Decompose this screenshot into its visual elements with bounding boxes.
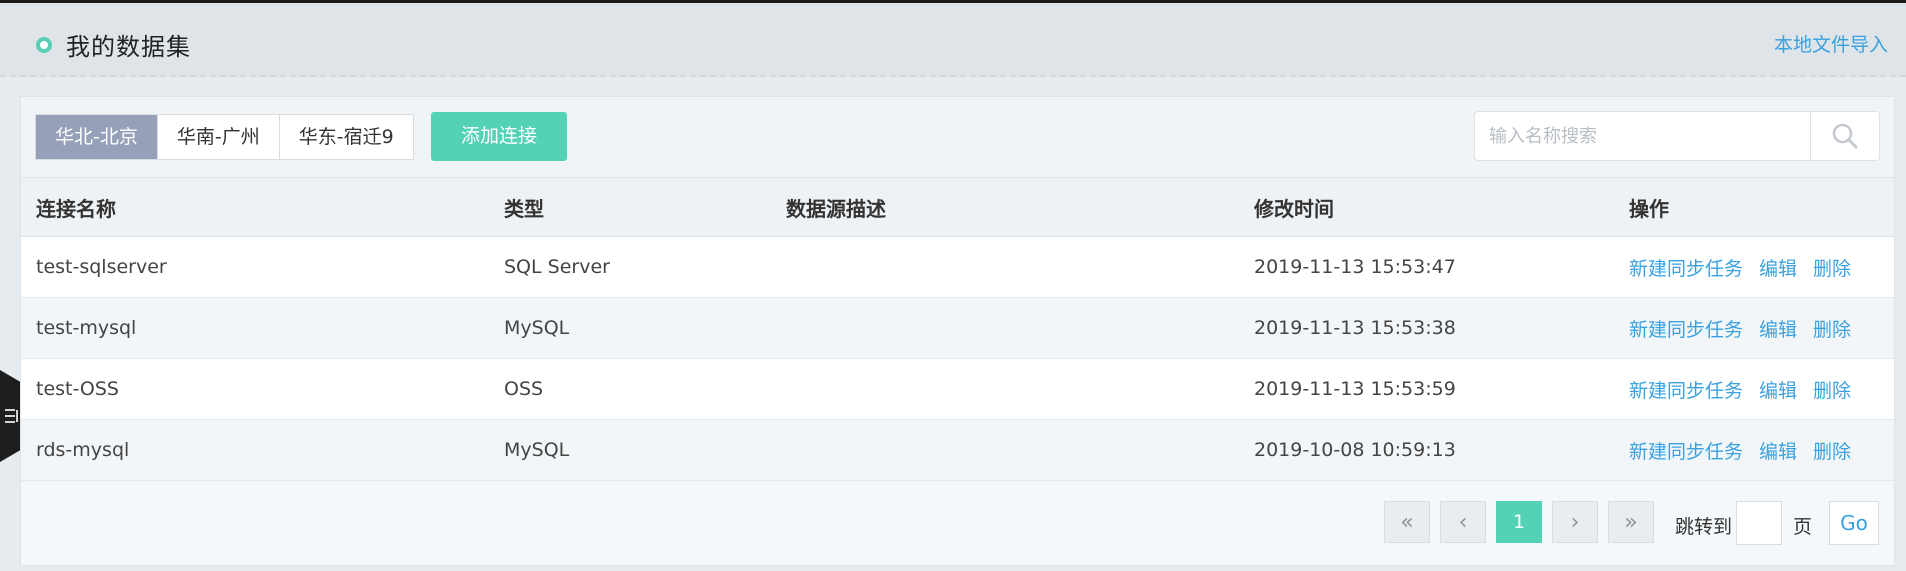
column-header-type: 类型 bbox=[504, 196, 544, 221]
table-row: test-OSS OSS 2019-11-13 15:53:59 新建同步任务 … bbox=[21, 359, 1894, 420]
region-tab-suqian[interactable]: 华东-宿迁9 bbox=[280, 115, 413, 159]
column-header-actions: 操作 bbox=[1629, 196, 1669, 221]
edit-link[interactable]: 编辑 bbox=[1759, 315, 1797, 342]
cell-name: test-mysql bbox=[36, 317, 137, 339]
cell-actions: 新建同步任务 编辑 删除 bbox=[1629, 420, 1851, 480]
new-sync-task-link[interactable]: 新建同步任务 bbox=[1629, 254, 1743, 281]
edit-link[interactable]: 编辑 bbox=[1759, 254, 1797, 281]
prev-page-button[interactable]: ‹ bbox=[1440, 501, 1486, 543]
page-title: 我的数据集 bbox=[66, 33, 191, 61]
search-icon bbox=[1832, 123, 1858, 149]
column-header-modified: 修改时间 bbox=[1254, 196, 1334, 221]
column-header-name: 连接名称 bbox=[36, 196, 116, 221]
add-connection-button[interactable]: 添加连接 bbox=[431, 112, 567, 161]
region-tabs: 华北-北京 华南-广州 华东-宿迁9 bbox=[35, 114, 414, 160]
table-row: test-mysql MySQL 2019-11-13 15:53:38 新建同… bbox=[21, 298, 1894, 359]
delete-link[interactable]: 删除 bbox=[1813, 376, 1851, 403]
delete-link[interactable]: 删除 bbox=[1813, 315, 1851, 342]
cell-type: OSS bbox=[504, 378, 544, 400]
cell-type: SQL Server bbox=[504, 256, 610, 278]
jump-page-input[interactable] bbox=[1736, 501, 1782, 545]
cell-modified: 2019-11-13 15:53:47 bbox=[1254, 256, 1456, 278]
table-row: rds-mysql MySQL 2019-10-08 10:59:13 新建同步… bbox=[21, 420, 1894, 481]
edit-link[interactable]: 编辑 bbox=[1759, 376, 1797, 403]
cell-actions: 新建同步任务 编辑 删除 bbox=[1629, 237, 1851, 297]
cell-name: rds-mysql bbox=[36, 439, 130, 461]
region-tab-beijing[interactable]: 华北-北京 bbox=[36, 115, 158, 159]
search-box bbox=[1474, 111, 1880, 161]
cell-modified: 2019-10-08 10:59:13 bbox=[1254, 439, 1456, 461]
new-sync-task-link[interactable]: 新建同步任务 bbox=[1629, 376, 1743, 403]
new-sync-task-link[interactable]: 新建同步任务 bbox=[1629, 315, 1743, 342]
dataset-panel: 华北-北京 华南-广州 华东-宿迁9 添加连接 连接名称 类型 数据源描述 修改… bbox=[20, 96, 1895, 566]
cell-modified: 2019-11-13 15:53:59 bbox=[1254, 378, 1456, 400]
first-page-button[interactable]: « bbox=[1384, 501, 1430, 543]
title-wrap: 我的数据集 bbox=[36, 27, 191, 62]
column-header-description: 数据源描述 bbox=[786, 196, 886, 221]
local-file-import-link[interactable]: 本地文件导入 bbox=[1774, 30, 1888, 57]
toolbar: 华北-北京 华南-广州 华东-宿迁9 添加连接 bbox=[21, 97, 1894, 177]
page-button-current[interactable]: 1 bbox=[1496, 501, 1542, 543]
go-button[interactable]: Go bbox=[1829, 501, 1879, 545]
table-row: test-sqlserver SQL Server 2019-11-13 15:… bbox=[21, 237, 1894, 298]
cell-type: MySQL bbox=[504, 439, 570, 461]
ring-icon bbox=[36, 36, 52, 53]
page-unit-label: 页 bbox=[1793, 516, 1813, 538]
search-input[interactable] bbox=[1475, 112, 1811, 160]
search-button[interactable] bbox=[1810, 112, 1879, 160]
last-page-button[interactable]: » bbox=[1608, 501, 1654, 543]
next-page-button[interactable]: › bbox=[1552, 501, 1598, 543]
edit-link[interactable]: 编辑 bbox=[1759, 437, 1797, 464]
delete-link[interactable]: 删除 bbox=[1813, 254, 1851, 281]
table-header: 连接名称 类型 数据源描述 修改时间 操作 bbox=[21, 177, 1894, 237]
page-header: 我的数据集 本地文件导入 bbox=[0, 3, 1906, 77]
cell-name: test-sqlserver bbox=[36, 256, 167, 278]
pagination: « ‹ 1 › » 跳转到 页 Go bbox=[21, 480, 1894, 566]
cell-actions: 新建同步任务 编辑 删除 bbox=[1629, 359, 1851, 419]
region-tab-guangzhou[interactable]: 华南-广州 bbox=[158, 115, 280, 159]
delete-link[interactable]: 删除 bbox=[1813, 437, 1851, 464]
new-sync-task-link[interactable]: 新建同步任务 bbox=[1629, 437, 1743, 464]
jump-to-label: 跳转到 bbox=[1675, 516, 1733, 538]
cell-name: test-OSS bbox=[36, 378, 119, 400]
cell-actions: 新建同步任务 编辑 删除 bbox=[1629, 298, 1851, 358]
cell-modified: 2019-11-13 15:53:38 bbox=[1254, 317, 1456, 339]
cell-type: MySQL bbox=[504, 317, 570, 339]
